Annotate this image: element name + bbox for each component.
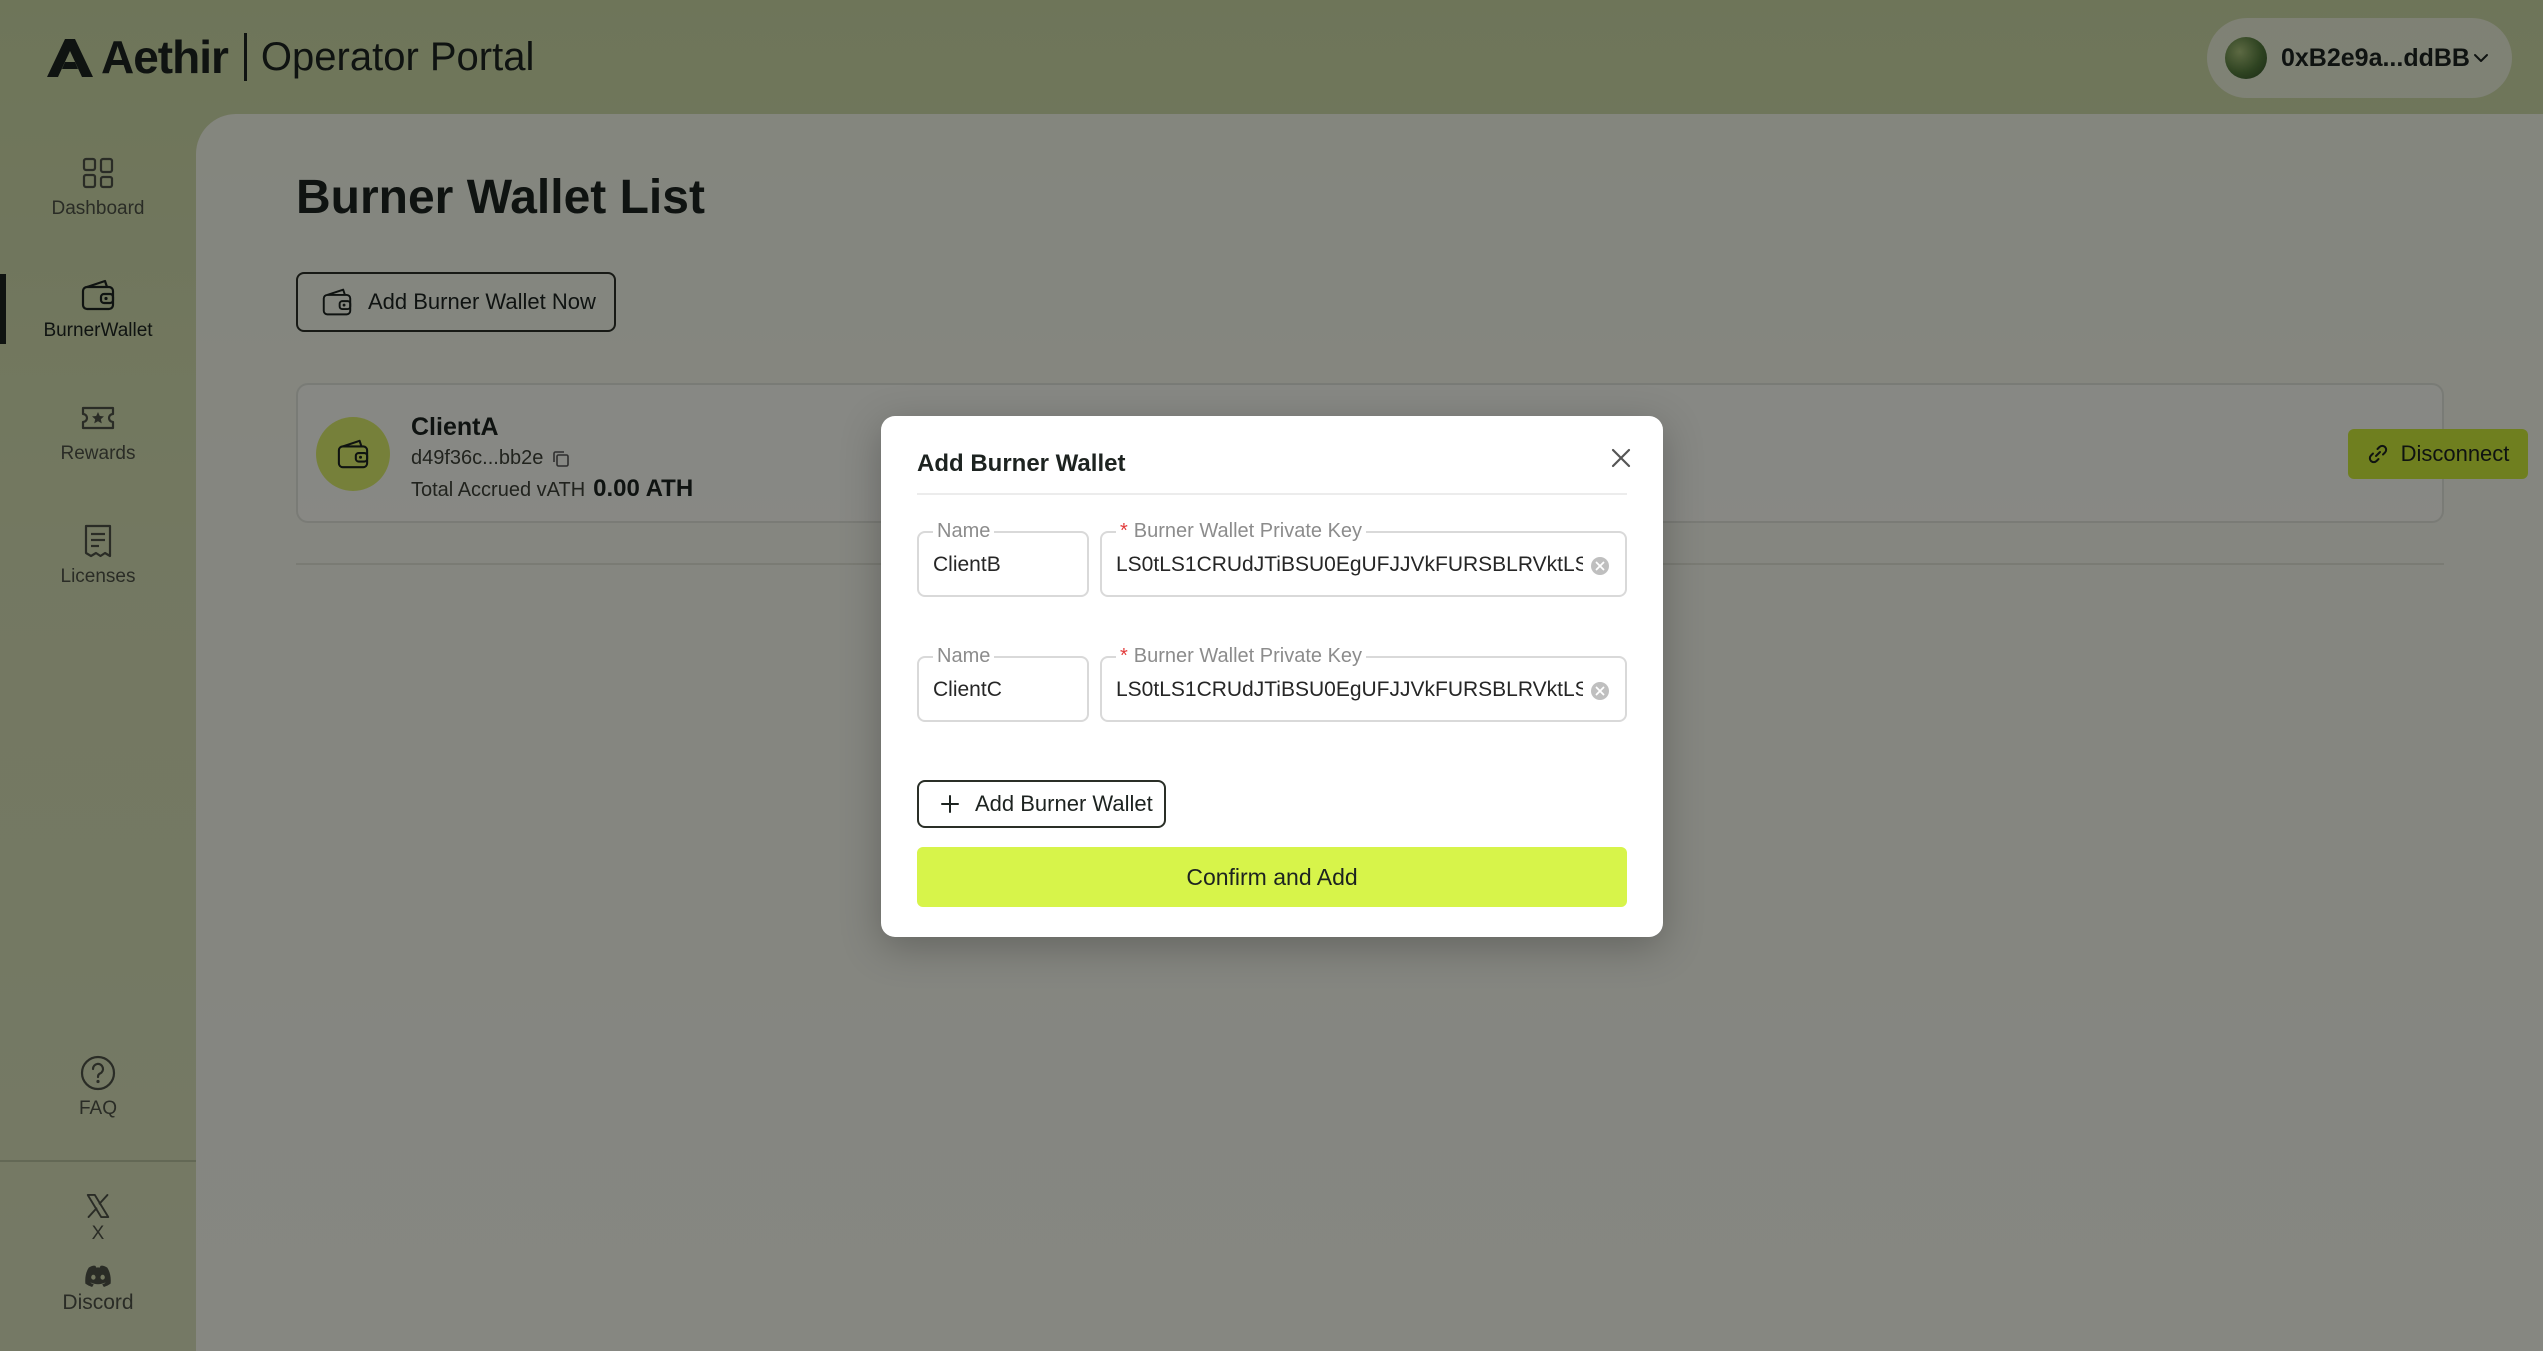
private-key-field: * Burner Wallet Private Key — [1100, 644, 1627, 722]
add-burner-wallet-button[interactable]: Add Burner Wallet — [917, 780, 1166, 828]
private-key-input[interactable] — [1116, 549, 1583, 581]
private-key-label-text: Burner Wallet Private Key — [1133, 520, 1363, 542]
private-key-label: * Burner Wallet Private Key — [1116, 519, 1367, 543]
plus-icon — [941, 795, 959, 813]
name-label: Name — [933, 519, 995, 543]
add-burner-wallet-label: Add Burner Wallet — [975, 791, 1153, 816]
name-input[interactable] — [933, 674, 1073, 706]
required-mark: * — [1120, 520, 1128, 542]
modal-divider — [917, 493, 1627, 495]
name-label: Name — [933, 644, 995, 668]
private-key-field: * Burner Wallet Private Key — [1100, 519, 1627, 597]
private-key-input[interactable] — [1116, 674, 1583, 706]
modal-title: Add Burner Wallet — [917, 450, 1126, 477]
clear-icon[interactable] — [1589, 680, 1611, 702]
clear-icon[interactable] — [1589, 555, 1611, 577]
name-field: Name — [917, 519, 1089, 597]
name-input[interactable] — [933, 549, 1073, 581]
close-icon[interactable] — [1605, 442, 1637, 474]
required-mark: * — [1120, 645, 1128, 667]
private-key-label: * Burner Wallet Private Key — [1116, 644, 1367, 668]
private-key-label-text: Burner Wallet Private Key — [1133, 645, 1363, 667]
confirm-and-add-button[interactable]: Confirm and Add — [917, 847, 1627, 907]
name-field: Name — [917, 644, 1089, 722]
add-burner-wallet-modal: Add Burner Wallet Name *Burner Wallet Pr… — [881, 416, 1663, 937]
